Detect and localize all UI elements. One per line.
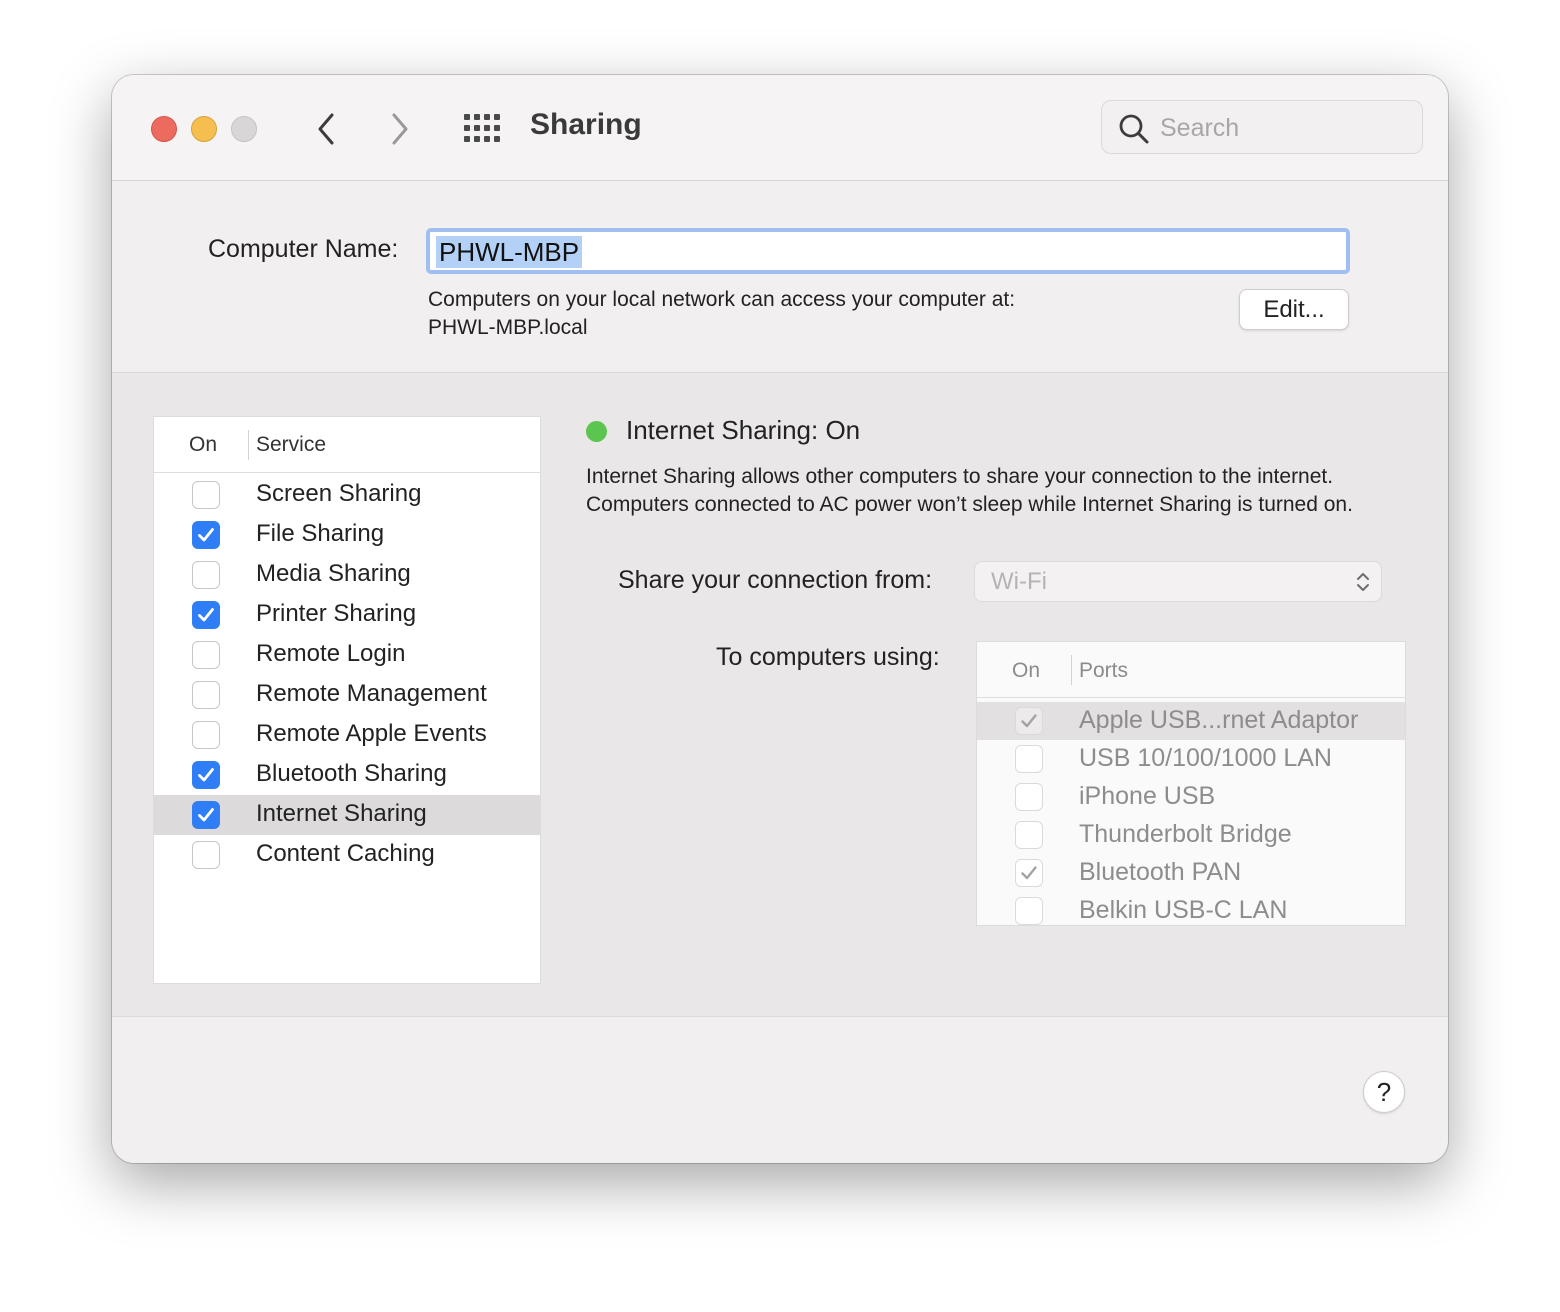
service-checkbox[interactable] bbox=[192, 841, 220, 869]
service-list-header: On Service bbox=[154, 417, 540, 473]
service-row[interactable]: File Sharing bbox=[154, 515, 540, 555]
header-service[interactable]: Service bbox=[256, 433, 326, 457]
service-row[interactable]: Printer Sharing bbox=[154, 595, 540, 635]
status-indicator bbox=[586, 421, 607, 442]
chevron-left-icon bbox=[318, 113, 334, 145]
service-label: Screen Sharing bbox=[256, 480, 422, 507]
service-label: Remote Login bbox=[256, 640, 406, 667]
service-row[interactable]: Content Caching bbox=[154, 835, 540, 875]
port-checkbox[interactable] bbox=[1015, 707, 1043, 735]
computer-name-description: Computers on your local network can acce… bbox=[428, 286, 1015, 342]
service-checkbox[interactable] bbox=[192, 721, 220, 749]
port-checkbox[interactable] bbox=[1015, 821, 1043, 849]
checkmark-icon bbox=[198, 768, 214, 782]
service-checkbox[interactable] bbox=[192, 761, 220, 789]
computer-name-field[interactable]: PHWL-MBP bbox=[426, 228, 1350, 274]
sharing-window: Sharing Computer Name: PHWL-MBP Computer… bbox=[112, 75, 1448, 1163]
service-row[interactable]: Screen Sharing bbox=[154, 475, 540, 515]
service-label: Bluetooth Sharing bbox=[256, 760, 447, 787]
service-label: Remote Apple Events bbox=[256, 720, 487, 747]
service-checkbox[interactable] bbox=[192, 801, 220, 829]
service-row[interactable]: Internet Sharing bbox=[154, 795, 540, 835]
search-input[interactable] bbox=[1160, 111, 1410, 145]
to-computers-label: To computers using: bbox=[716, 643, 940, 671]
forward-button[interactable] bbox=[380, 109, 420, 149]
show-all-button[interactable] bbox=[462, 111, 504, 145]
search-field[interactable] bbox=[1101, 100, 1423, 154]
port-label: Apple USB...rnet Adaptor bbox=[1079, 706, 1359, 734]
service-row[interactable]: Remote Apple Events bbox=[154, 715, 540, 755]
port-row[interactable]: USB 10/100/1000 LAN bbox=[977, 740, 1405, 778]
local-access-text: Computers on your local network can acce… bbox=[428, 288, 1016, 311]
ports-header-ports[interactable]: Ports bbox=[1079, 659, 1128, 683]
minimize-button[interactable] bbox=[191, 116, 217, 142]
service-list: On Service Screen Sharing File Sharing Med… bbox=[153, 416, 541, 984]
zoom-button[interactable] bbox=[231, 116, 257, 142]
port-checkbox[interactable] bbox=[1015, 783, 1043, 811]
header-divider bbox=[248, 430, 249, 460]
checkmark-icon bbox=[198, 528, 214, 542]
service-row[interactable]: Remote Management bbox=[154, 675, 540, 715]
checkmark-icon bbox=[198, 808, 214, 822]
service-checkbox[interactable] bbox=[192, 561, 220, 589]
service-row[interactable]: Media Sharing bbox=[154, 555, 540, 595]
share-from-value: Wi-Fi bbox=[991, 568, 1047, 595]
search-icon bbox=[1119, 114, 1149, 144]
up-down-chevron-icon bbox=[1357, 573, 1369, 591]
service-label: Remote Management bbox=[256, 680, 487, 707]
help-button[interactable]: ? bbox=[1363, 1071, 1405, 1113]
port-label: USB 10/100/1000 LAN bbox=[1079, 744, 1332, 772]
service-label: File Sharing bbox=[256, 520, 385, 547]
port-checkbox[interactable] bbox=[1015, 859, 1043, 887]
title-bar: Sharing bbox=[112, 75, 1448, 181]
port-label: Belkin USB-C LAN bbox=[1079, 896, 1288, 924]
service-label: Printer Sharing bbox=[256, 600, 417, 627]
edit-button[interactable]: Edit... bbox=[1239, 289, 1349, 330]
sharing-panel: On Service Screen Sharing File Sharing Med… bbox=[112, 372, 1448, 1017]
port-row[interactable]: iPhone USB bbox=[977, 778, 1405, 816]
service-label: Media Sharing bbox=[256, 560, 411, 587]
service-checkbox[interactable] bbox=[192, 601, 220, 629]
port-label: iPhone USB bbox=[1079, 782, 1216, 810]
ports-header-divider bbox=[1071, 655, 1072, 685]
checkmark-icon bbox=[198, 608, 214, 622]
service-checkbox[interactable] bbox=[192, 681, 220, 709]
service-row[interactable]: Remote Login bbox=[154, 635, 540, 675]
share-from-popup[interactable]: Wi-Fi bbox=[974, 561, 1382, 602]
close-button[interactable] bbox=[151, 116, 177, 142]
share-from-label: Share your connection from: bbox=[618, 566, 933, 594]
window-title: Sharing bbox=[530, 108, 642, 141]
port-label: Bluetooth PAN bbox=[1079, 858, 1242, 886]
ports-list: On Ports Apple USB...rnet Adaptor USB 10/… bbox=[976, 641, 1406, 926]
checkmark-icon bbox=[1021, 714, 1037, 728]
port-row[interactable]: Belkin USB-C LAN bbox=[977, 892, 1405, 930]
port-row[interactable]: Bluetooth PAN bbox=[977, 854, 1405, 892]
computer-name-value[interactable]: PHWL-MBP bbox=[436, 236, 583, 268]
port-row[interactable]: Apple USB...rnet Adaptor bbox=[977, 702, 1405, 740]
header-on[interactable]: On bbox=[189, 433, 217, 457]
service-checkbox[interactable] bbox=[192, 521, 220, 549]
port-label: Thunderbolt Bridge bbox=[1079, 820, 1292, 848]
checkmark-icon bbox=[1021, 866, 1037, 880]
ports-list-header: On Ports bbox=[977, 642, 1405, 698]
back-button[interactable] bbox=[306, 109, 346, 149]
local-hostname: PHWL-MBP.local bbox=[428, 316, 588, 339]
service-label: Content Caching bbox=[256, 840, 435, 867]
port-row[interactable]: Thunderbolt Bridge bbox=[977, 816, 1405, 854]
chevron-right-icon bbox=[392, 113, 408, 145]
service-checkbox[interactable] bbox=[192, 641, 220, 669]
service-row[interactable]: Bluetooth Sharing bbox=[154, 755, 540, 795]
service-label: Internet Sharing bbox=[256, 800, 427, 827]
status-text: Internet Sharing: On bbox=[626, 415, 861, 445]
port-checkbox[interactable] bbox=[1015, 897, 1043, 925]
computer-name-label: Computer Name: bbox=[208, 235, 399, 263]
service-description: Internet Sharing allows other computers … bbox=[586, 465, 1353, 516]
ports-header-on[interactable]: On bbox=[1012, 659, 1040, 683]
service-checkbox[interactable] bbox=[192, 481, 220, 509]
port-checkbox[interactable] bbox=[1015, 745, 1043, 773]
